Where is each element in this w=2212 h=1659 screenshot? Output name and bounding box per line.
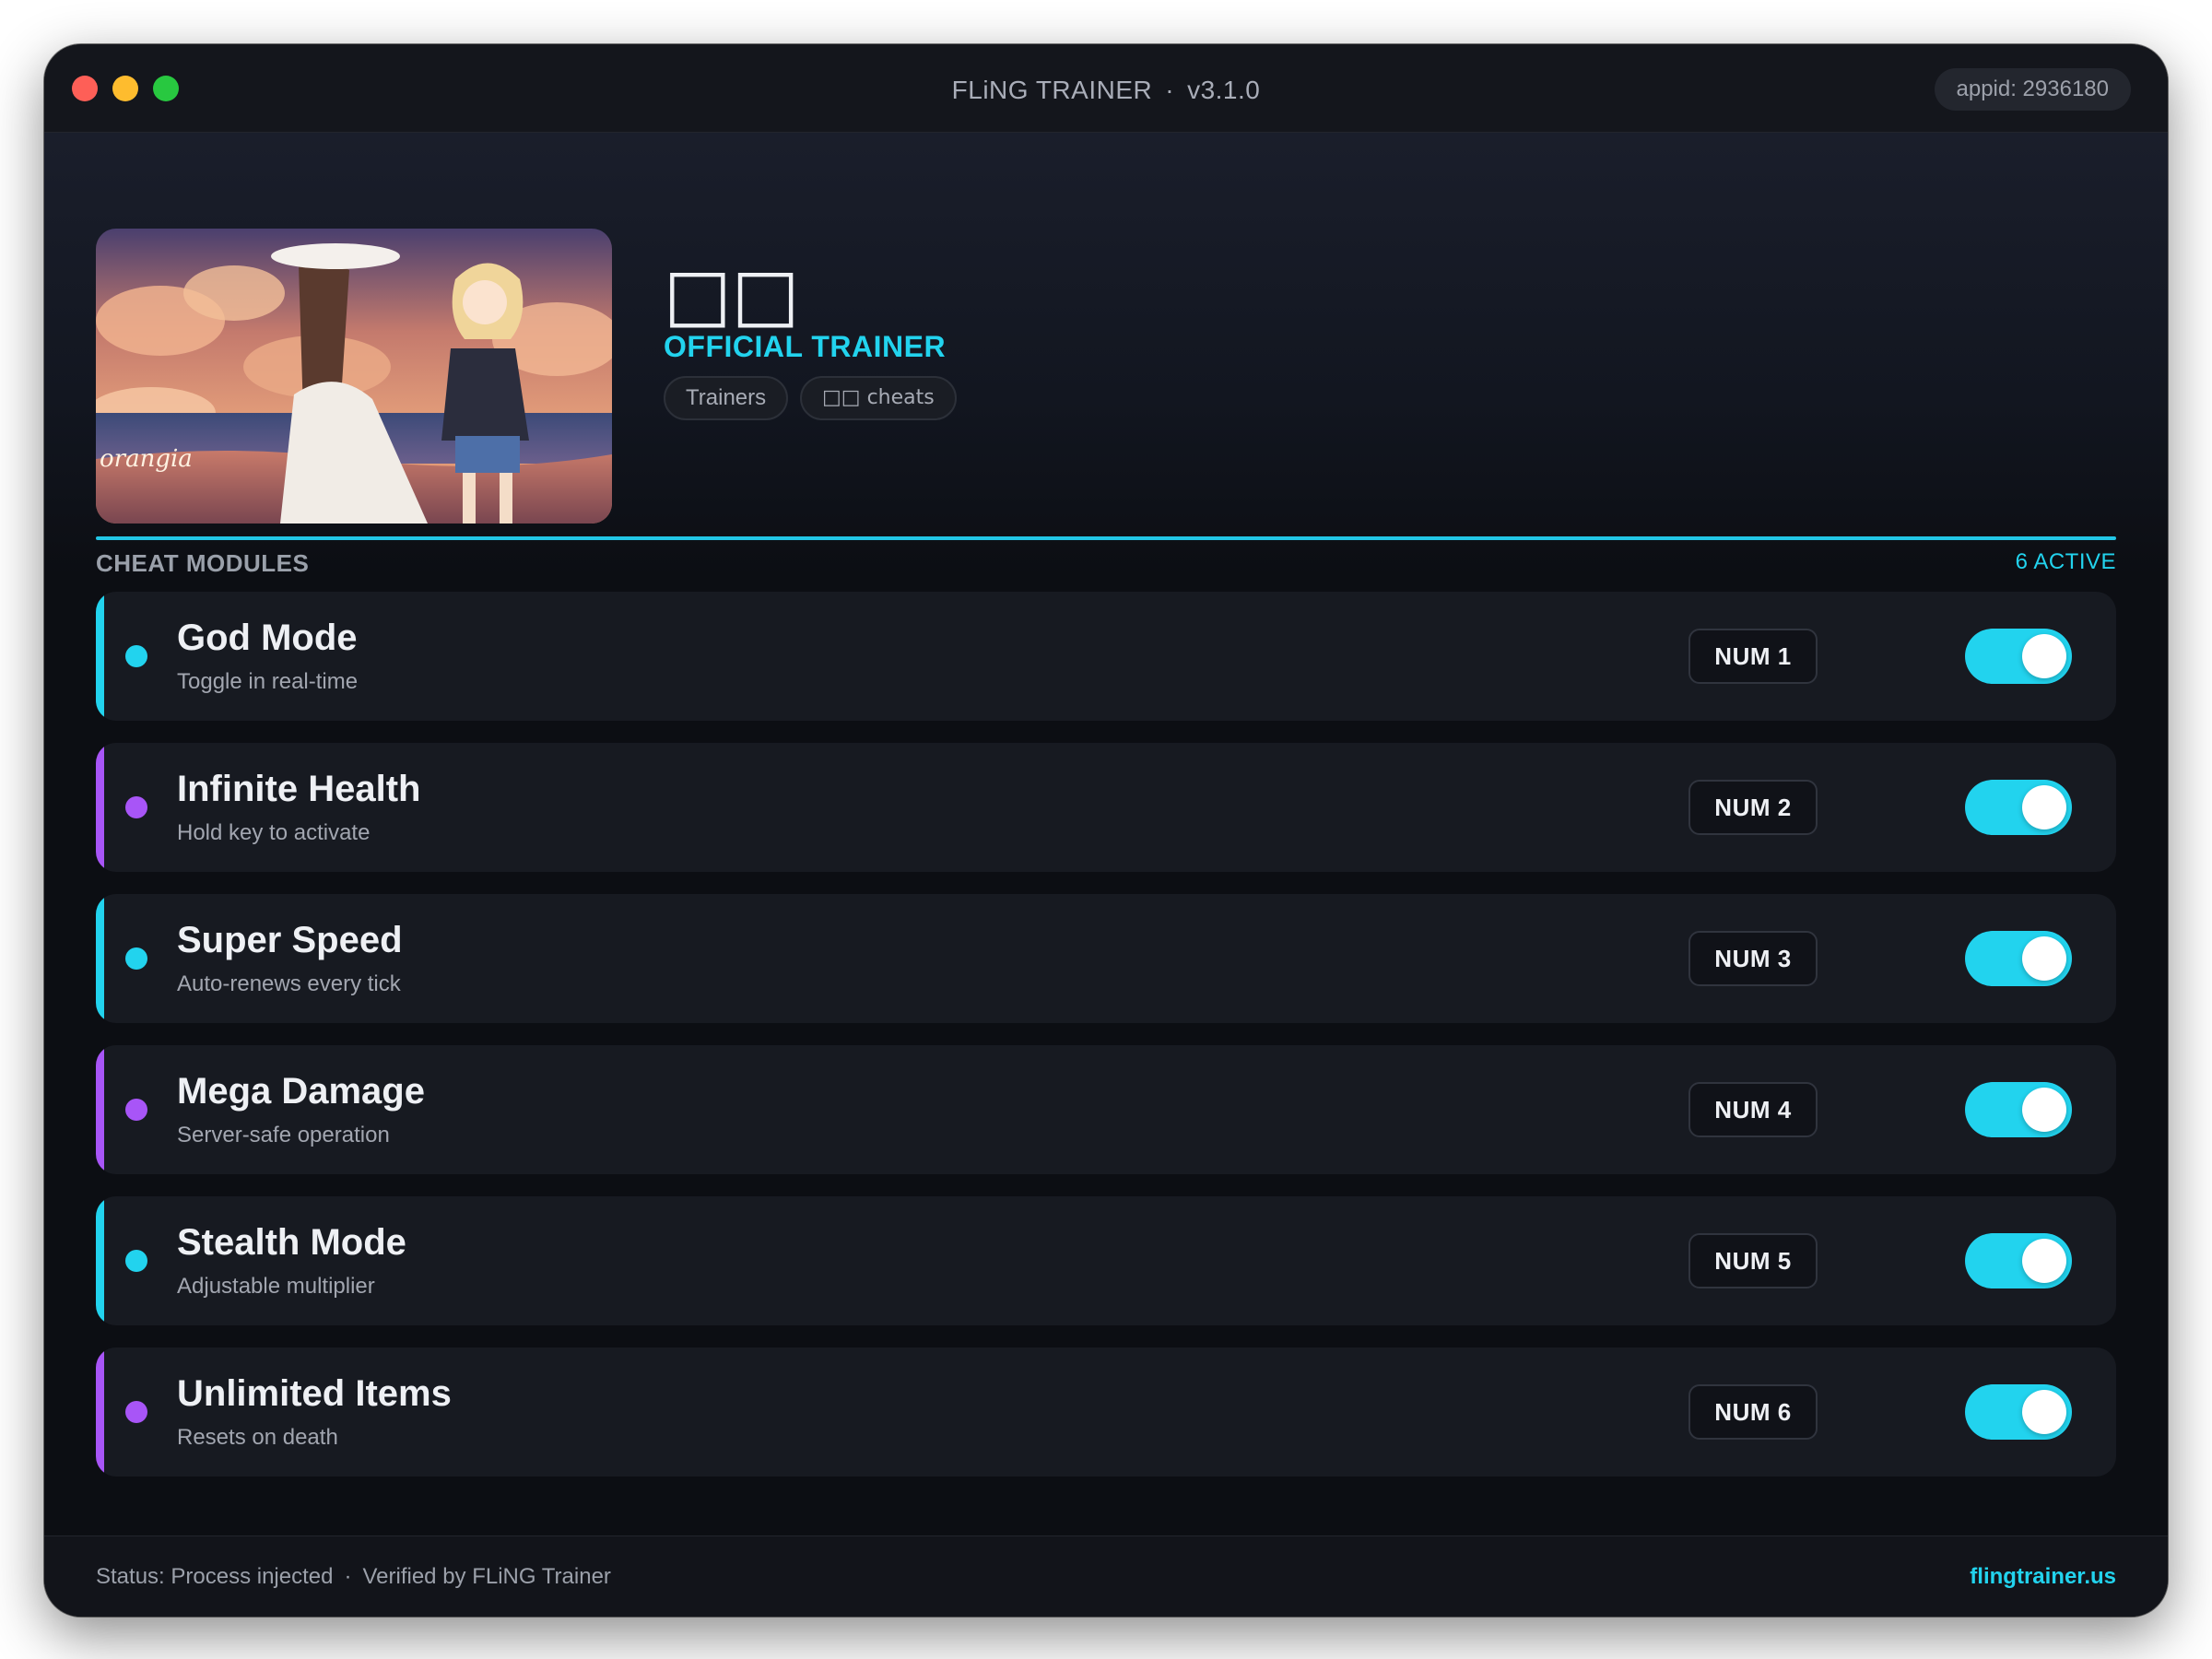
appid-badge: appid: 2936180 xyxy=(1934,68,2131,111)
status-dot-icon xyxy=(125,947,147,970)
cheat-description: Server-safe operation xyxy=(177,1123,390,1147)
cheat-accent-bar xyxy=(96,592,104,721)
cheat-row-stealth-mode: Stealth Mode Adjustable multiplier NUM 5 xyxy=(96,1196,2116,1325)
cheat-description: Resets on death xyxy=(177,1425,338,1450)
process-status: Status: Process injected xyxy=(96,1564,334,1589)
cheat-name: Mega Damage xyxy=(177,1071,425,1112)
website-link[interactable]: flingtrainer.us xyxy=(1970,1564,2116,1590)
section-title: CHEAT MODULES xyxy=(96,549,310,577)
cheat-name: God Mode xyxy=(177,618,358,658)
cheat-description: Hold key to activate xyxy=(177,820,371,845)
status-text: Status: Process injected · Verified by FLi… xyxy=(96,1564,611,1590)
active-count: 6 ACTIVE xyxy=(2015,549,2116,574)
cheat-toggle[interactable] xyxy=(1965,780,2072,835)
status-dot-icon xyxy=(125,645,147,667)
hotkey-button[interactable]: NUM 3 xyxy=(1688,931,1818,986)
cheat-accent-bar xyxy=(96,1045,104,1174)
hotkey-button[interactable]: NUM 4 xyxy=(1688,1082,1818,1137)
cheat-row-god-mode: God Mode Toggle in real-time NUM 1 xyxy=(96,592,2116,721)
trainer-window: FLiNG TRAINER · v3.1.0 appid: 2936180 or… xyxy=(44,44,2168,1617)
cheat-description: Adjustable multiplier xyxy=(177,1274,375,1299)
toggle-knob xyxy=(2022,785,2066,830)
cheat-row-infinite-health: Infinite Health Hold key to activate NUM… xyxy=(96,743,2116,872)
hotkey-button[interactable]: NUM 2 xyxy=(1688,780,1818,835)
cheat-toggle[interactable] xyxy=(1965,1082,2072,1137)
cheat-name: Super Speed xyxy=(177,920,403,960)
cheat-accent-bar xyxy=(96,1196,104,1325)
status-dot-icon xyxy=(125,1401,147,1423)
status-bar: Status: Process injected · Verified by FLi… xyxy=(44,1535,2168,1617)
title-bar: FLiNG TRAINER · v3.1.0 appid: 2936180 xyxy=(44,44,2168,133)
section-divider xyxy=(96,536,2116,540)
cheat-description: Toggle in real-time xyxy=(177,669,359,694)
toggle-knob xyxy=(2022,1088,2066,1132)
cheat-accent-bar xyxy=(96,894,104,1023)
cheat-toggle[interactable] xyxy=(1965,1233,2072,1288)
window-title: FLiNG TRAINER · v3.1.0 xyxy=(44,76,2168,105)
hotkey-button[interactable]: NUM 6 xyxy=(1688,1384,1818,1440)
toggle-knob xyxy=(2022,634,2066,678)
status-separator: · xyxy=(344,1564,352,1589)
cheat-name: Unlimited Items xyxy=(177,1373,452,1414)
verified-label: Verified by FLiNG Trainer xyxy=(362,1564,611,1589)
cheat-accent-bar xyxy=(96,1347,104,1477)
app-version: v3.1.0 xyxy=(1187,76,1261,104)
app-name: FLiNG TRAINER xyxy=(951,76,1153,104)
cheat-name: Stealth Mode xyxy=(177,1222,406,1263)
toggle-knob xyxy=(2022,1239,2066,1283)
cheat-row-unlimited-items: Unlimited Items Resets on death NUM 6 xyxy=(96,1347,2116,1477)
game-cover-image: orangia xyxy=(96,229,612,524)
cheat-row-mega-damage: Mega Damage Server-safe operation NUM 4 xyxy=(96,1045,2116,1174)
tag-trainers[interactable]: Trainers xyxy=(664,376,789,420)
toggle-knob xyxy=(2022,936,2066,981)
hotkey-button[interactable]: NUM 5 xyxy=(1688,1233,1818,1288)
title-separator: · xyxy=(1165,76,1175,104)
game-title: □□ xyxy=(664,253,800,336)
status-dot-icon xyxy=(125,1250,147,1272)
tag-cheats[interactable]: □□ cheats xyxy=(800,376,957,420)
cheat-toggle[interactable] xyxy=(1965,629,2072,684)
cheat-row-super-speed: Super Speed Auto-renews every tick NUM 3 xyxy=(96,894,2116,1023)
cheat-toggle[interactable] xyxy=(1965,931,2072,986)
cheat-description: Auto-renews every tick xyxy=(177,971,401,996)
cheat-name: Infinite Health xyxy=(177,769,421,809)
status-dot-icon xyxy=(125,796,147,818)
cheat-toggle[interactable] xyxy=(1965,1384,2072,1440)
cover-logo-text: orangia xyxy=(100,445,193,473)
game-header: orangia □□ OFFICIAL TRAINER Trainers □□ … xyxy=(44,133,2168,575)
cheat-accent-bar xyxy=(96,743,104,872)
toggle-knob xyxy=(2022,1390,2066,1434)
trainer-subtitle: OFFICIAL TRAINER xyxy=(664,330,947,363)
hotkey-button[interactable]: NUM 1 xyxy=(1688,629,1818,684)
status-dot-icon xyxy=(125,1099,147,1121)
